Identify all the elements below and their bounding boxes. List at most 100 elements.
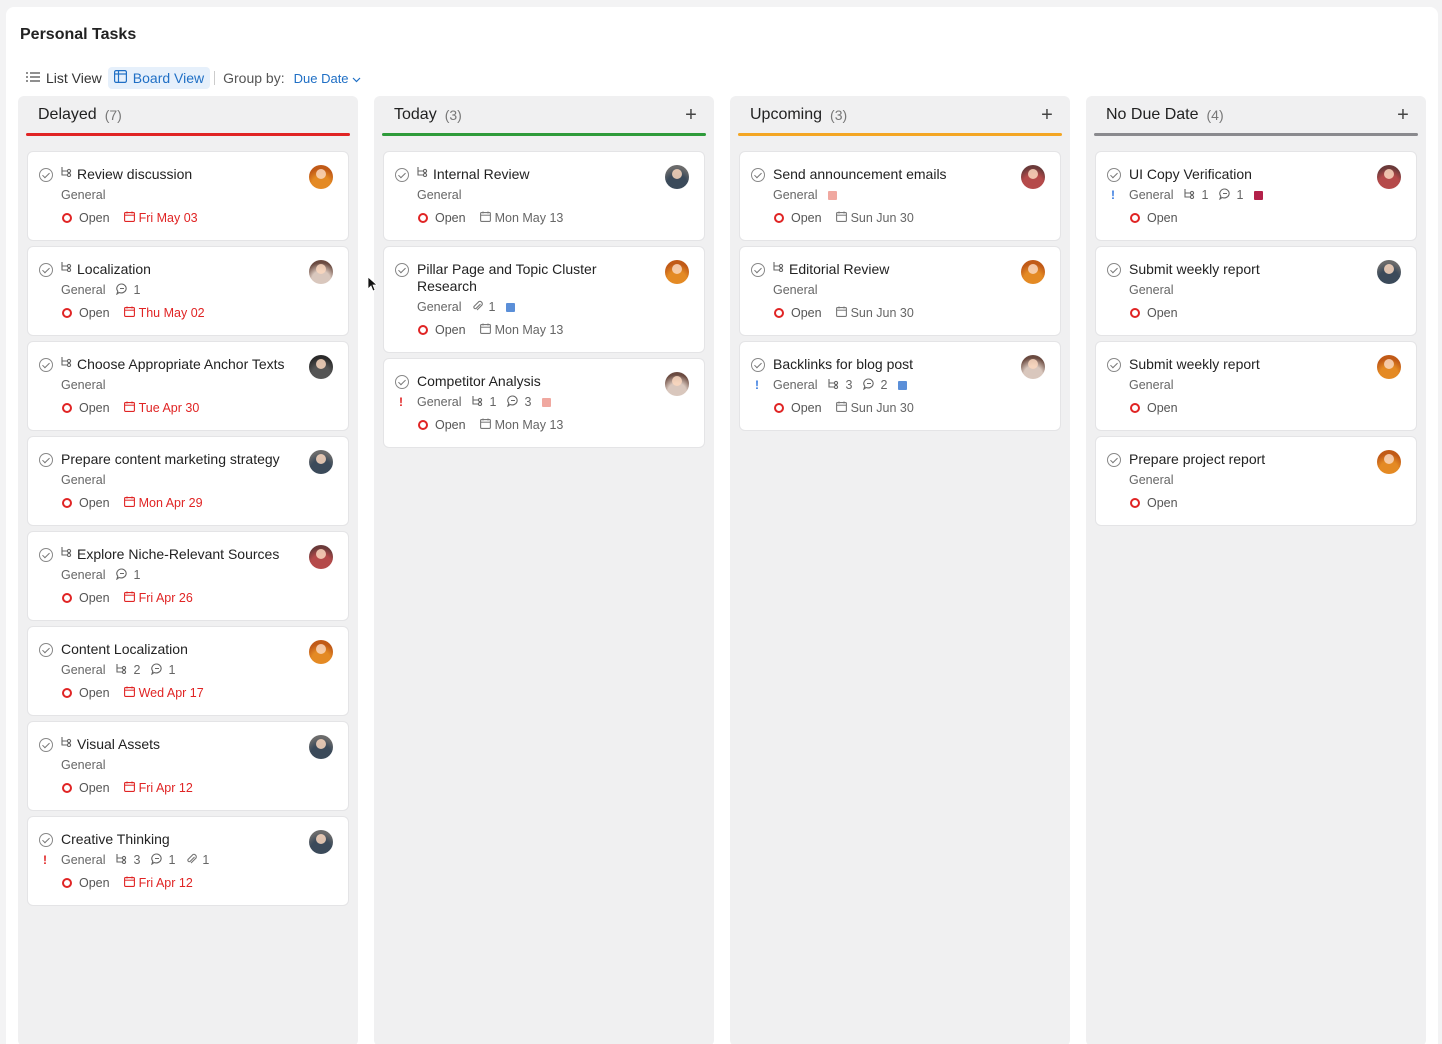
task-card[interactable]: Content Localization General 2 1 Open Wed Apr… [27, 626, 349, 716]
assignee-avatar[interactable] [309, 545, 333, 569]
subtask-icon [773, 261, 785, 278]
assignee-avatar[interactable] [309, 260, 333, 284]
assignee-avatar[interactable] [1377, 355, 1401, 379]
due-date-text: Fri May 03 [138, 211, 198, 225]
comment-count-value: 1 [133, 568, 141, 582]
task-meta: General [1129, 282, 1173, 298]
column-header: Upcoming (3) + [730, 96, 1070, 134]
subtask-icon [61, 261, 73, 278]
task-title: Prepare content marketing strategy [61, 451, 296, 468]
task-status: Open Fri Apr 12 [62, 875, 193, 891]
complete-checkbox[interactable] [39, 453, 53, 467]
task-title: Backlinks for blog post [773, 356, 1008, 373]
assignee-avatar[interactable] [309, 165, 333, 189]
task-meta: General [61, 187, 105, 203]
add-task-button[interactable]: + [1037, 105, 1057, 125]
comment-count-value: 3 [524, 395, 532, 409]
assignee-avatar[interactable] [309, 640, 333, 664]
complete-checkbox[interactable] [395, 375, 409, 389]
task-status: Open Mon Apr 29 [62, 495, 203, 511]
task-card[interactable]: Explore Niche-Relevant Sources General 1 Op… [27, 531, 349, 621]
assignee-avatar[interactable] [1377, 450, 1401, 474]
task-title-text: Choose Appropriate Anchor Texts [77, 356, 285, 372]
complete-checkbox[interactable] [1107, 168, 1121, 182]
complete-checkbox[interactable] [39, 168, 53, 182]
task-title-text: Creative Thinking [61, 831, 170, 847]
task-status: Open [1130, 495, 1178, 511]
task-status: Open Tue Apr 30 [62, 400, 199, 416]
task-card[interactable]: UI Copy Verification! General 1 1 Open [1095, 151, 1417, 241]
complete-checkbox[interactable] [39, 358, 53, 372]
task-card[interactable]: Send announcement emails General Open Sun J… [739, 151, 1061, 241]
column-header: No Due Date (4) + [1086, 96, 1426, 134]
assignee-avatar[interactable] [309, 735, 333, 759]
comment-icon [507, 394, 519, 410]
status-label: Open [79, 211, 110, 225]
task-status: Open Fri Apr 26 [62, 590, 193, 606]
calendar-icon [123, 496, 135, 510]
task-title-text: Explore Niche-Relevant Sources [77, 546, 280, 562]
assignee-avatar[interactable] [1021, 355, 1045, 379]
task-card[interactable]: Prepare content marketing strategy Genera… [27, 436, 349, 526]
assignee-avatar[interactable] [665, 165, 689, 189]
project-name: General [61, 188, 106, 202]
task-card[interactable]: Visual Assets General Open Fri Apr 12 [27, 721, 349, 811]
add-task-button[interactable]: + [681, 105, 701, 125]
assignee-avatar[interactable] [1377, 260, 1401, 284]
due-date: Sun Jun 30 [835, 211, 914, 225]
assignee-avatar[interactable] [665, 372, 689, 396]
calendar-icon [123, 686, 135, 700]
complete-checkbox[interactable] [39, 643, 53, 657]
assignee-avatar[interactable] [309, 830, 333, 854]
complete-checkbox[interactable] [39, 833, 53, 847]
task-card[interactable]: Submit weekly report General Open [1095, 341, 1417, 431]
board-view-button[interactable]: Board View [107, 67, 211, 89]
task-card[interactable]: Internal Review General Open Mon May 13 [383, 151, 705, 241]
task-status: Open Sun Jun 30 [774, 210, 914, 226]
task-card[interactable]: Creative Thinking! General 3 1 1 Open Fri Apr … [27, 816, 349, 906]
complete-checkbox[interactable] [395, 168, 409, 182]
assignee-avatar[interactable] [309, 355, 333, 379]
task-card[interactable]: Editorial Review General Open Sun Jun 30 [739, 246, 1061, 336]
complete-checkbox[interactable] [39, 548, 53, 562]
task-card[interactable]: Pillar Page and Topic Cluster Research Ge… [383, 246, 705, 353]
status-open-icon [418, 420, 428, 430]
calendar-icon [123, 876, 135, 890]
complete-checkbox[interactable] [39, 738, 53, 752]
assignee-avatar[interactable] [1377, 165, 1401, 189]
assignee-avatar[interactable] [1021, 260, 1045, 284]
complete-checkbox[interactable] [751, 168, 765, 182]
group-by-dropdown[interactable]: Due Date [294, 71, 361, 86]
task-card[interactable]: Submit weekly report General Open [1095, 246, 1417, 336]
subtask-count-value: 3 [133, 853, 141, 867]
task-card[interactable]: Review discussion General Open Fri May 03 [27, 151, 349, 241]
calendar-icon [479, 418, 491, 432]
complete-checkbox[interactable] [1107, 263, 1121, 277]
complete-checkbox[interactable] [751, 358, 765, 372]
complete-checkbox[interactable] [39, 263, 53, 277]
project-name: General [1129, 378, 1174, 392]
task-meta: General 2 1 [61, 662, 175, 678]
task-title: Explore Niche-Relevant Sources [61, 546, 296, 563]
task-card[interactable]: Competitor Analysis! General 1 3 Open Mon May… [383, 358, 705, 448]
assignee-avatar[interactable] [1021, 165, 1045, 189]
task-card[interactable]: Backlinks for blog post! General 3 2 Open Sun… [739, 341, 1061, 431]
task-card[interactable]: Localization General 1 Open Thu May 02 [27, 246, 349, 336]
group-by-value: Due Date [293, 70, 349, 86]
task-card[interactable]: Prepare project report General Open [1095, 436, 1417, 526]
complete-checkbox[interactable] [395, 263, 409, 277]
task-card[interactable]: Choose Appropriate Anchor Texts General Op… [27, 341, 349, 431]
tag-color-swatch [828, 190, 838, 200]
task-title-text: Pillar Page and Topic Cluster Research [417, 261, 597, 294]
calendar-icon [835, 306, 847, 320]
list-view-button[interactable]: List View [20, 67, 108, 89]
calendar-icon [835, 401, 847, 415]
complete-checkbox[interactable] [1107, 453, 1121, 467]
complete-checkbox[interactable] [1107, 358, 1121, 372]
calendar-icon [123, 211, 135, 225]
add-task-button[interactable]: + [1393, 105, 1413, 125]
assignee-avatar[interactable] [665, 260, 689, 284]
attachment-count-value: 1 [202, 853, 210, 867]
assignee-avatar[interactable] [309, 450, 333, 474]
complete-checkbox[interactable] [751, 263, 765, 277]
